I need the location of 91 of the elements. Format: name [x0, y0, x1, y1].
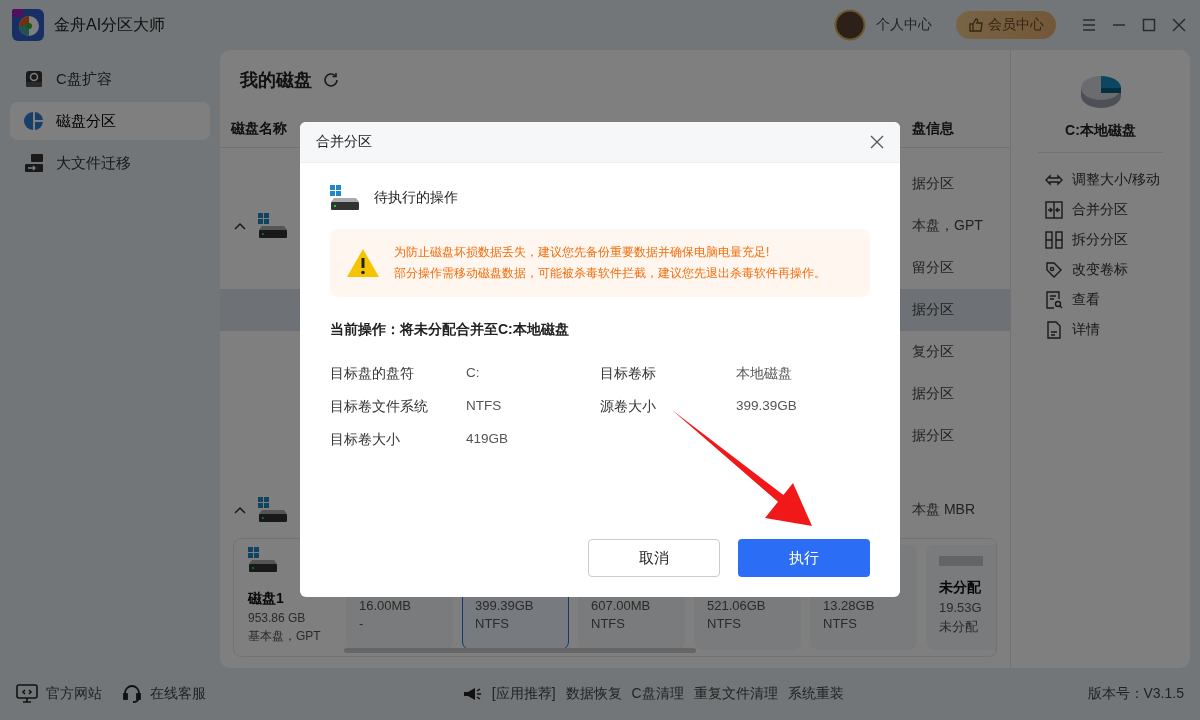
thumbs-up-icon: [968, 17, 984, 33]
scrollbar[interactable]: [344, 648, 696, 653]
footer-link[interactable]: 官方网站: [16, 684, 102, 704]
partition-filesystem: 未分配: [939, 618, 979, 636]
footer-link[interactable]: 在线客服: [122, 684, 206, 704]
field-label: 源卷大小: [600, 398, 657, 416]
refresh-icon[interactable]: [322, 71, 340, 89]
promo-link[interactable]: 数据恢复: [565, 685, 622, 703]
partition-size: 399.39GB: [475, 598, 535, 613]
dialog-title: 合并分区: [316, 133, 372, 151]
table-row[interactable]: 本盘 MBR: [220, 489, 1010, 531]
warning-text: 为防止磁盘坏损数据丢失，建议您先备份重要数据并确保电脑电量充足!: [394, 244, 771, 261]
app-title: 金舟AI分区大师: [54, 14, 166, 35]
field-label: 目标盘的盘符: [330, 365, 415, 383]
warning-text: 部分操作需移动磁盘数据，可能被杀毒软件拦截，建议您先退出杀毒软件再操作。: [394, 265, 826, 282]
partition-size: 607.00MB: [591, 598, 652, 613]
drive-icon: [24, 69, 44, 89]
field-value: C:: [466, 365, 481, 382]
field-value: 419GB: [466, 431, 510, 448]
avatar[interactable]: [834, 9, 866, 41]
merge-icon: [1045, 201, 1063, 219]
document-search-icon: [1045, 291, 1063, 309]
action-item[interactable]: 拆分分区: [1045, 231, 1160, 249]
vip-center-button[interactable]: 会员中心: [956, 11, 1056, 39]
action-item[interactable]: 详情: [1045, 321, 1160, 339]
field-value: NTFS: [466, 398, 503, 415]
current-operation: 当前操作：将未分配合并至C:本地磁盘: [330, 321, 570, 339]
field-label: 目标卷文件系统: [330, 398, 429, 416]
chevron-up-icon[interactable]: [234, 222, 246, 230]
close-icon[interactable]: [870, 135, 884, 149]
megaphone-icon: [461, 685, 482, 703]
partition-filesystem: NTFS: [591, 616, 626, 631]
pie-chart-icon: [24, 111, 44, 131]
tag-icon: [1045, 261, 1063, 279]
selected-volume-title: C:本地磁盘: [1038, 122, 1163, 153]
section-title: 我的磁盘: [240, 69, 312, 92]
split-icon: [1045, 231, 1063, 249]
chevron-up-icon[interactable]: [234, 506, 246, 514]
action-item[interactable]: 调整大小/移动: [1045, 171, 1160, 189]
execute-button[interactable]: 执行: [738, 539, 870, 577]
disk-name: 磁盘1: [248, 590, 285, 608]
partition-filesystem: -: [359, 616, 365, 631]
monitor-icon: [16, 684, 38, 704]
document-icon: [1045, 321, 1063, 339]
partition-size: 521.06GB: [707, 598, 767, 613]
field-label: 目标卷标: [600, 365, 657, 383]
cancel-button[interactable]: 取消: [588, 539, 720, 577]
table-cell-text: 本盘，GPT: [912, 217, 984, 235]
disk-size: 953.86 GB: [248, 611, 307, 625]
partition-size: 13.28GB: [823, 598, 876, 613]
menu-icon[interactable]: [1080, 16, 1098, 34]
disk-type: 基本盘，GPT: [248, 628, 322, 645]
table-cell-text: 本盘 MBR: [912, 501, 976, 519]
column-header: 盘信息: [912, 119, 955, 138]
partition-filesystem: NTFS: [823, 616, 858, 631]
usage-bar: [939, 556, 983, 566]
disk-icon: [330, 185, 360, 211]
partition-title: 未分配: [939, 579, 982, 597]
warning-icon: [346, 248, 380, 278]
sidebar-item[interactable]: 磁盘分区: [10, 102, 210, 140]
partition-size: 16.00MB: [359, 598, 413, 613]
promo-link[interactable]: C盘清理: [631, 685, 684, 703]
partition-card[interactable]: 未分配 19.53G 未分配: [926, 545, 996, 650]
partition-filesystem: NTFS: [475, 616, 510, 631]
partition-size: 19.53G: [939, 600, 983, 615]
table-cell-text: 据分区: [912, 301, 955, 319]
app-logo: [12, 9, 44, 41]
disk-icon: [258, 213, 288, 239]
maximize-icon[interactable]: [1140, 16, 1158, 34]
disk-icon: [258, 497, 288, 523]
field-value: 本地磁盘: [736, 365, 793, 383]
version-label: 版本号：V3.1.5: [1087, 685, 1184, 703]
partition-filesystem: NTFS: [707, 616, 742, 631]
column-header: 磁盘名称: [231, 119, 288, 138]
action-item[interactable]: 合并分区: [1045, 201, 1160, 219]
promo-link[interactable]: 重复文件清理: [693, 685, 778, 703]
user-center-link[interactable]: 个人中心: [876, 16, 932, 34]
promo-link[interactable]: 系统重装: [787, 685, 844, 703]
field-value: 399.39GB: [736, 398, 798, 415]
section-heading: 待执行的操作: [374, 189, 458, 207]
file-transfer-icon: [24, 153, 44, 173]
promo-label: [应用推荐]: [491, 685, 556, 703]
action-item[interactable]: 查看: [1045, 291, 1160, 309]
sidebar-item[interactable]: 大文件迁移: [10, 144, 210, 182]
action-item[interactable]: 改变卷标: [1045, 261, 1160, 279]
field-label: 目标卷大小: [330, 431, 401, 449]
sidebar-item[interactable]: C盘扩容: [10, 60, 210, 98]
headset-icon: [122, 684, 142, 704]
close-icon[interactable]: [1170, 16, 1188, 34]
disk-icon: [248, 547, 278, 573]
table-row[interactable]: 本盘，GPT: [220, 205, 1010, 247]
